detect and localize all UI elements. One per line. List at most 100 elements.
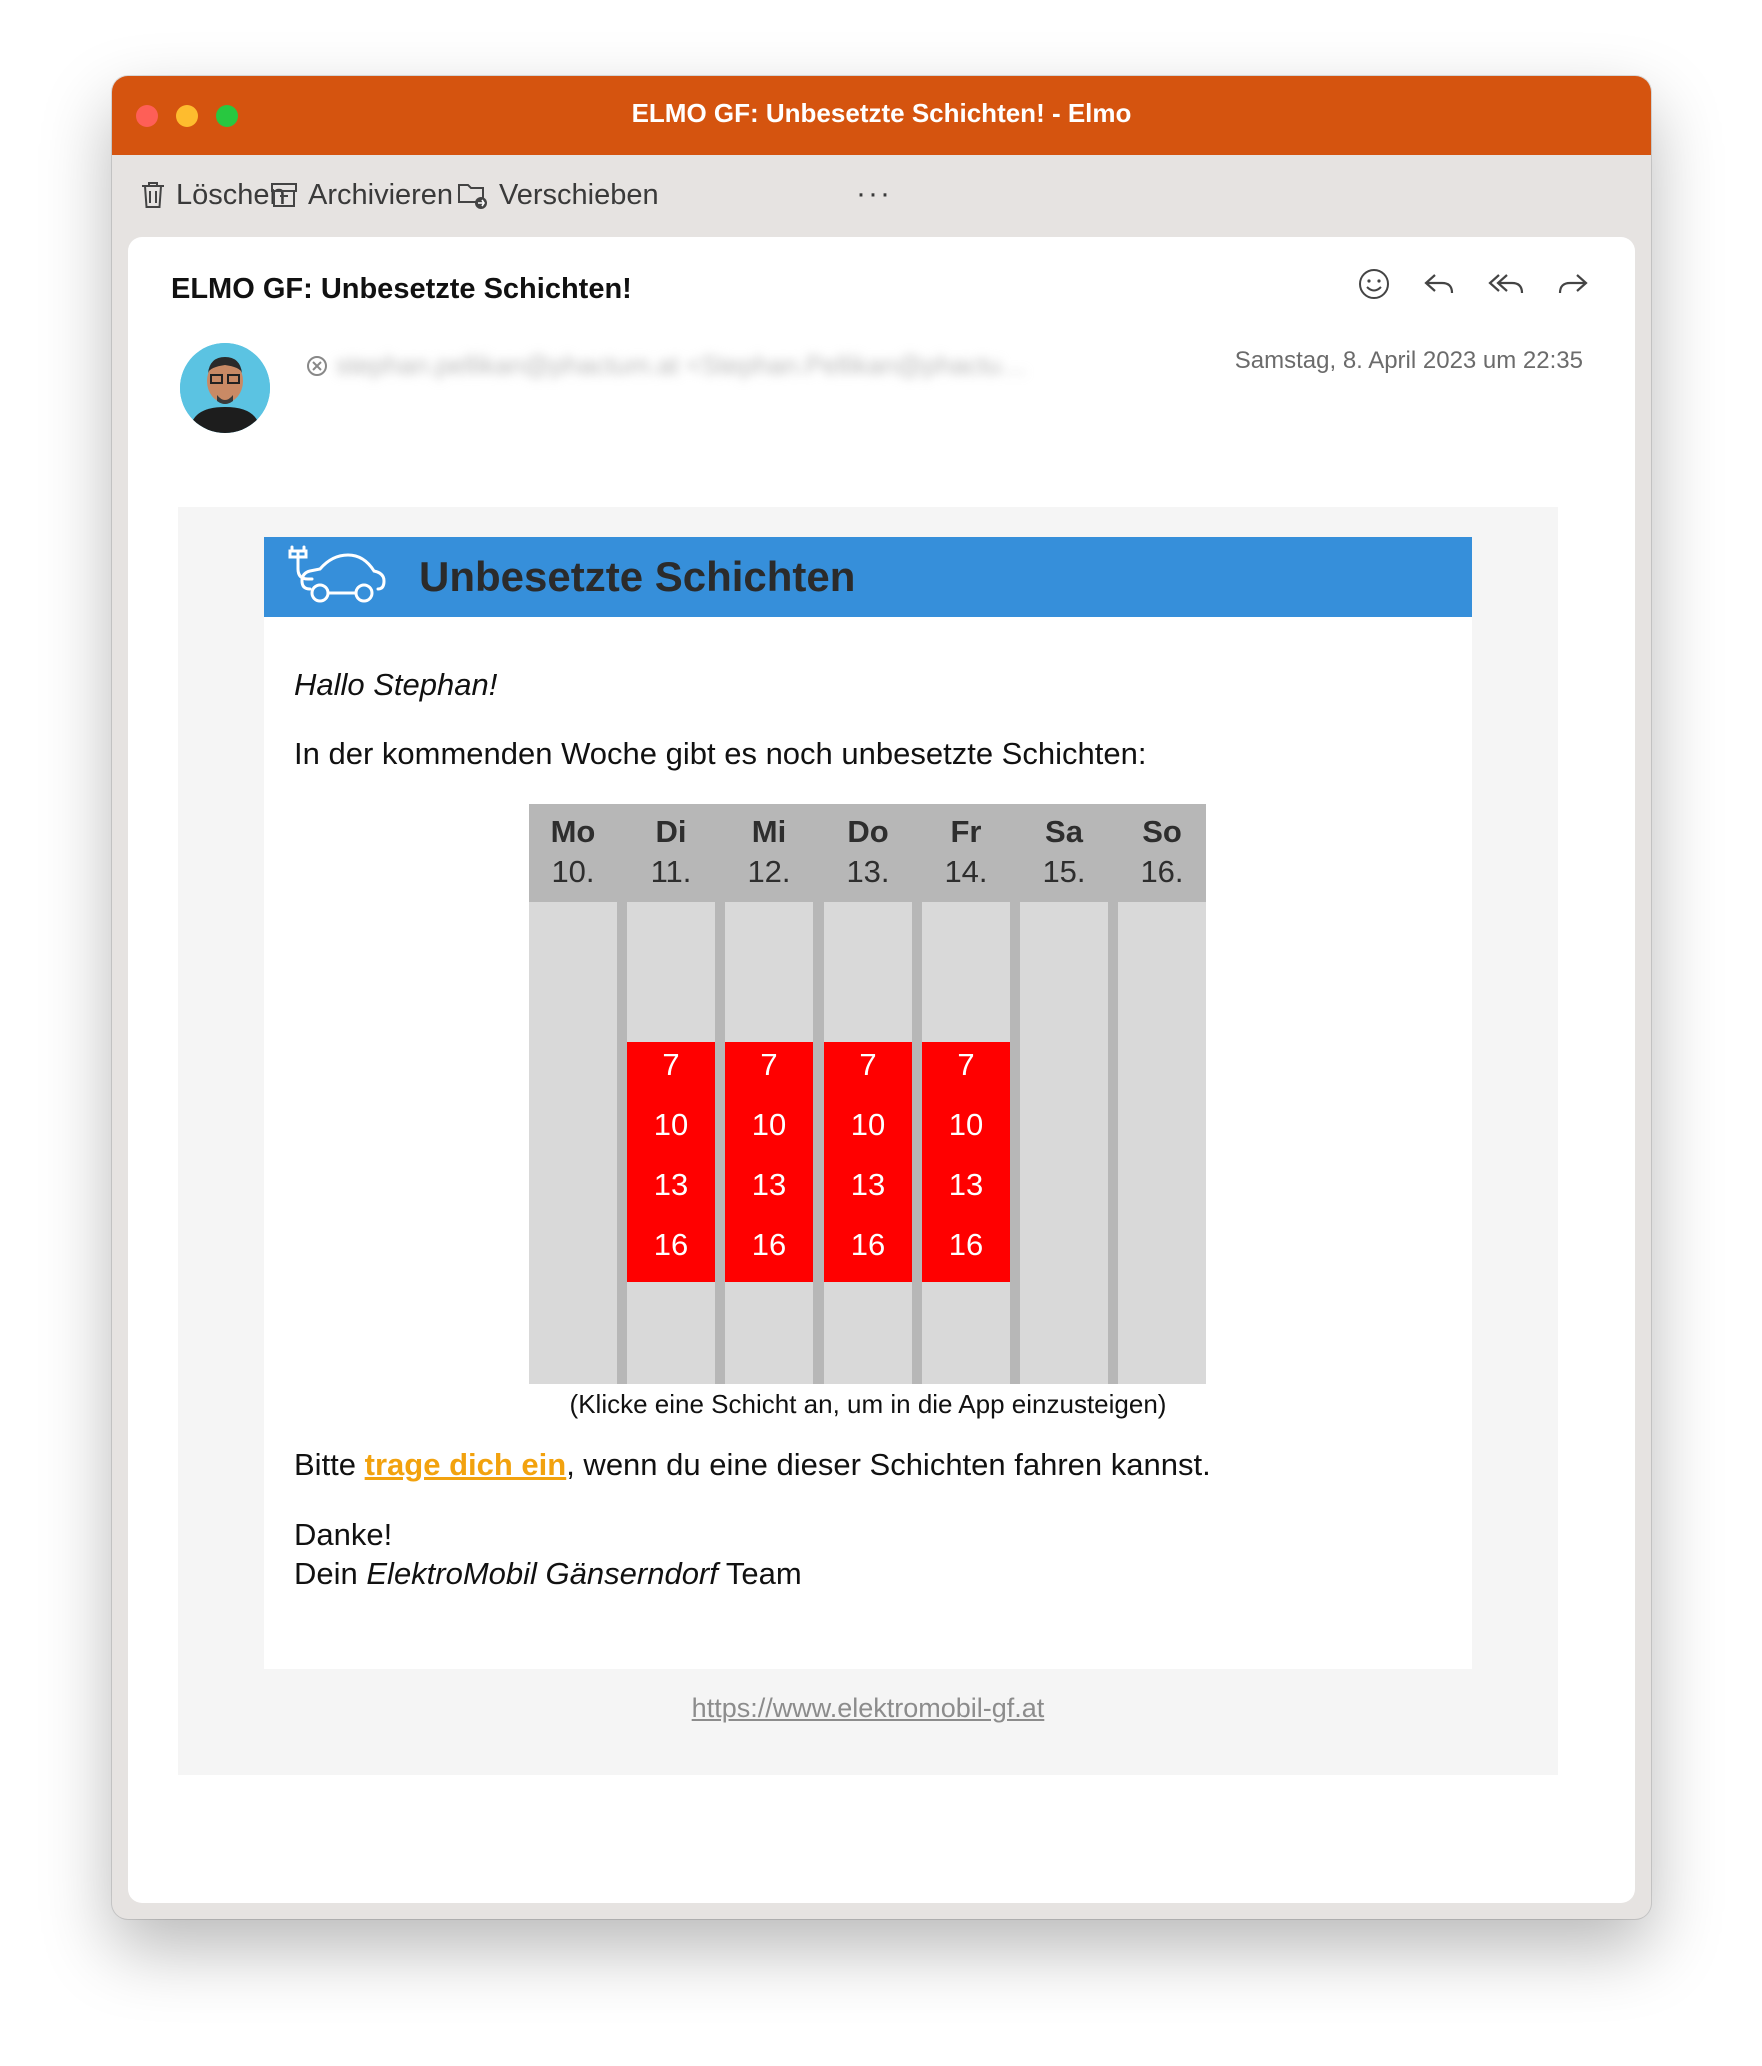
signature-prefix: Dein [294,1556,367,1591]
move-folder-icon [458,184,487,209]
toolbar: Löschen Archivieren Verschieben ··· [112,155,1651,235]
day-date: 15. [1042,854,1086,889]
day-date: 10. [551,854,595,889]
move-button[interactable]: Verschieben [457,175,659,215]
shift-slot[interactable]: 13 [627,1162,715,1222]
day-header: Fr 14. [922,804,1010,902]
shift-calendar: Mo 10. Di 11. 7 10 13 16 Mi 12. 7 10 13 16 Do 13. 7 10 13 1… [529,804,1206,1384]
signature-team-name: ElektroMobil Gänserndorf [366,1556,718,1591]
signup-prefix: Bitte [294,1447,365,1482]
day-header: Mi 12. [725,804,813,902]
reply-icon[interactable] [1421,267,1457,301]
sender-address[interactable]: stephan.pellikan@phactum.at <Stephan.Pel… [336,350,1027,381]
signup-line: Bitte trage dich ein, wenn du eine diese… [294,1447,1211,1483]
day-column: Do 13. 7 10 13 16 [824,804,912,1384]
day-date: 14. [944,854,988,889]
shift-slot[interactable]: 7 [725,1042,813,1102]
closing: Danke! Dein ElektroMobil Gänserndorf Tea… [294,1515,802,1593]
day-body: 7 10 13 16 [922,902,1010,1384]
thanks-text: Danke! [294,1517,393,1552]
day-column: Sa 15. [1020,804,1108,1384]
unfilled-shift-block: 7 10 13 16 [725,1042,813,1282]
day-header: Do 13. [824,804,912,902]
day-body: 7 10 13 16 [824,902,912,1384]
day-name: Mi [751,814,787,849]
day-column: Mo 10. [529,804,617,1384]
banner-title: Unbesetzte Schichten [419,553,856,600]
signup-suffix: , wenn du eine dieser Schichten fahren k… [566,1447,1211,1482]
day-header: Mo 10. [529,804,617,902]
message-subject: ELMO GF: Unbesetzte Schichten! [171,273,632,305]
email-body-background: Unbesetzte Schichten Hallo Stephan! In d… [178,507,1558,1775]
shift-slot[interactable]: 16 [922,1222,1010,1282]
unfilled-shift-block: 7 10 13 16 [922,1042,1010,1282]
calendar-caption: (Klicke eine Schicht an, um in die App e… [569,1389,1167,1419]
day-body: 7 10 13 16 [627,902,715,1384]
signature: Dein ElektroMobil Gänserndorf Team [294,1554,802,1593]
shift-slot[interactable]: 16 [725,1222,813,1282]
day-name: Sa [1045,814,1083,849]
forward-icon[interactable] [1555,267,1591,301]
reply-all-icon[interactable] [1487,267,1525,301]
shift-slot[interactable]: 10 [922,1102,1010,1162]
day-date: 13. [846,854,890,889]
shift-slot[interactable]: 7 [824,1042,912,1102]
message-actions [1357,267,1591,301]
unfilled-shift-block: 7 10 13 16 [627,1042,715,1282]
day-header: Sa 15. [1020,804,1108,902]
day-column: So 16. [1118,804,1206,1384]
day-date: 12. [747,854,791,889]
more-button[interactable]: ··· [856,177,892,211]
shift-slot[interactable]: 13 [824,1162,912,1222]
day-column: Fr 14. 7 10 13 16 [922,804,1010,1384]
shift-slot[interactable]: 16 [824,1222,912,1282]
remove-sender-icon[interactable] [306,355,328,377]
day-header: So 16. [1118,804,1206,902]
shift-slot[interactable]: 13 [922,1162,1010,1222]
archive-button[interactable]: Archivieren [270,175,453,215]
sender-line: stephan.pellikan@phactum.at <Stephan.Pel… [306,350,1027,381]
unfilled-shift-block: 7 10 13 16 [824,1042,912,1282]
shift-slot[interactable]: 10 [824,1102,912,1162]
message-pane: ELMO GF: Unbesetzte Schichten! stephan.p… [128,237,1635,1903]
shift-slot[interactable]: 7 [922,1042,1010,1102]
sender-avatar [180,343,270,433]
day-name: Mo [550,814,596,849]
signup-link[interactable]: trage dich ein [365,1447,567,1482]
day-date: 16. [1140,854,1184,889]
window-title: ELMO GF: Unbesetzte Schichten! - Elmo [631,98,1132,128]
email-card: Unbesetzte Schichten Hallo Stephan! In d… [264,537,1472,1669]
message-date: Samstag, 8. April 2023 um 22:35 [1234,347,1583,374]
title-bar: ELMO GF: Unbesetzte Schichten! - Elmo [112,76,1651,155]
move-label: Verschieben [499,178,659,211]
day-name: Do [847,814,889,849]
day-column: Di 11. 7 10 13 16 [627,804,715,1384]
mail-window: ELMO GF: Unbesetzte Schichten! - Elmo Lö… [112,76,1651,1919]
electric-car-icon [288,545,386,603]
day-body [529,902,617,1384]
day-column: Mi 12. 7 10 13 16 [725,804,813,1384]
day-body [1020,902,1108,1384]
shift-slot[interactable]: 7 [627,1042,715,1102]
archive-label: Archivieren [308,178,454,211]
shift-slot[interactable]: 10 [725,1102,813,1162]
day-name: Fr [950,814,982,849]
shift-slot[interactable]: 10 [627,1102,715,1162]
delete-button[interactable]: Löschen [140,175,286,215]
emoji-icon[interactable] [1357,267,1391,301]
shift-slot[interactable]: 16 [627,1222,715,1282]
footer-url-link[interactable]: https://www.elektromobil-gf.at [178,1693,1558,1724]
day-date: 11. [650,854,692,889]
email-banner: Unbesetzte Schichten [264,537,1472,617]
day-name: Di [655,814,687,849]
day-body [1118,902,1206,1384]
intro-text: In der kommenden Woche gibt es noch unbe… [294,736,1147,771]
trash-icon [142,182,164,208]
day-body: 7 10 13 16 [725,902,813,1384]
day-name: So [1142,814,1182,849]
signature-suffix: Team [717,1556,802,1591]
day-header: Di 11. [627,804,715,902]
greeting: Hallo Stephan! [294,667,498,702]
shift-slot[interactable]: 13 [725,1162,813,1222]
archive-icon [271,183,297,207]
